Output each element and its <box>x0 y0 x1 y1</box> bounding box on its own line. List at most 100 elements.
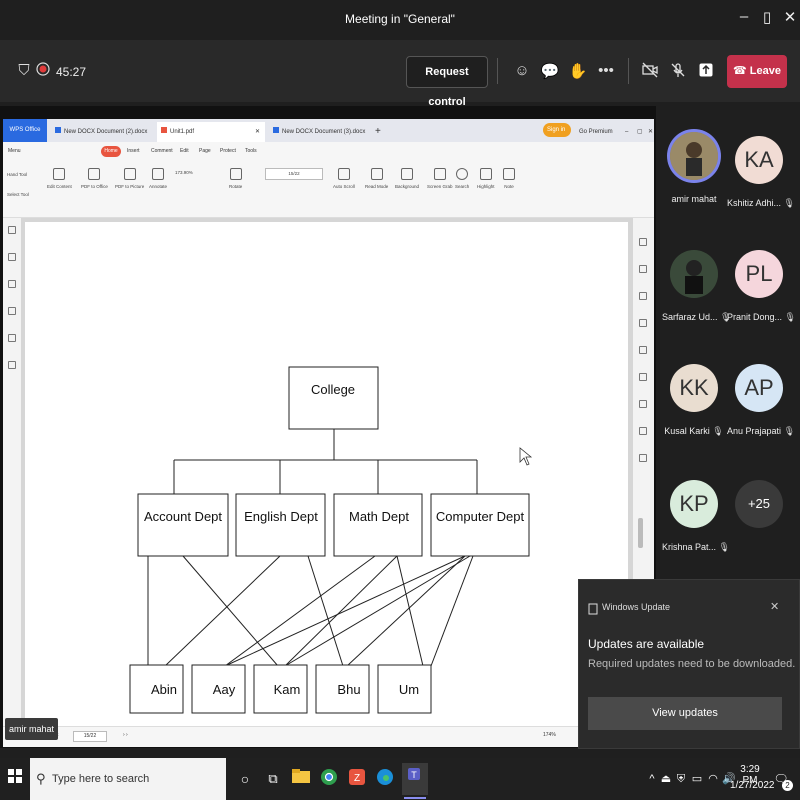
shield-icon: ⛉ <box>18 62 30 79</box>
restore-icon[interactable]: ▢ <box>633 122 643 142</box>
participant-tile[interactable]: Sarfaraz Ud... 🎙 <box>662 250 731 323</box>
camera-off-icon[interactable] <box>640 62 660 82</box>
select-tool[interactable]: Select Tool <box>7 192 29 197</box>
hand-tool[interactable]: Hand Tool <box>7 172 27 177</box>
signature-icon[interactable] <box>8 334 16 342</box>
participant-tile[interactable]: KP Krishna Pat... 🎙 <box>662 480 730 553</box>
participant-tile[interactable]: AP Anu Prajapati 🎙 <box>727 364 795 437</box>
participant-tile[interactable]: KK Kusal Karki 🎙 <box>662 364 726 437</box>
usb-icon[interactable]: ⏏ <box>660 768 672 790</box>
taskbar-search-box[interactable]: ⚲ Type here to search <box>30 758 226 800</box>
pdf-to-picture-tool[interactable]: PDF to Picture <box>115 168 144 189</box>
edge-icon[interactable] <box>374 768 396 790</box>
rotate-icon <box>229 168 242 180</box>
more-options-icon[interactable]: ••• <box>596 62 616 82</box>
node-computer-dept <box>430 493 530 557</box>
view-updates-button[interactable]: View updates <box>588 697 782 730</box>
close-button[interactable]: ✕ <box>780 8 800 30</box>
go-premium-button[interactable]: Go Premium <box>575 122 613 142</box>
wifi-icon[interactable]: ◠ <box>706 768 720 790</box>
tool-icon[interactable] <box>639 346 647 354</box>
participant-tile[interactable]: amir mahat <box>662 132 726 204</box>
maximize-button[interactable]: ▯ <box>757 8 777 30</box>
battery-icon[interactable]: ▭ <box>690 768 704 790</box>
chrome-icon[interactable] <box>318 768 340 790</box>
chat-icon[interactable]: 💬 <box>540 62 560 82</box>
tab-docx-2[interactable]: New DOCX Document (2).docx <box>51 122 155 142</box>
close-tab-icon[interactable]: ✕ <box>255 122 260 142</box>
tool-icon[interactable] <box>639 454 647 462</box>
close-icon[interactable]: ✕ <box>644 122 653 142</box>
tool-icon[interactable] <box>639 427 647 435</box>
menu-protect[interactable]: Protect <box>220 148 236 154</box>
chevron-up-icon[interactable]: ^ <box>646 768 658 790</box>
avatar: KK <box>670 364 718 412</box>
task-view-icon[interactable]: ⧉ <box>262 768 284 790</box>
toast-body: Required updates need to be downloaded. <box>588 658 796 670</box>
reactions-icon[interactable]: ✋ <box>568 62 588 82</box>
annotate-icon <box>152 168 164 180</box>
tool-icon[interactable] <box>639 373 647 381</box>
file-explorer-icon[interactable] <box>290 768 312 790</box>
request-control-button[interactable]: Request control <box>406 56 488 108</box>
bookmark-icon[interactable] <box>8 226 16 234</box>
tool-icon[interactable] <box>639 238 647 246</box>
windows-start-icon[interactable] <box>4 768 26 790</box>
update-icon <box>588 602 598 620</box>
status-zoom[interactable]: 174% <box>543 732 556 738</box>
tool-icon[interactable] <box>639 265 647 273</box>
participant-tile[interactable]: KA Kshitiz Adhi... 🎙 <box>727 136 795 209</box>
status-page-input[interactable]: 15/22 <box>73 731 107 742</box>
cortana-icon[interactable]: ○ <box>234 768 256 790</box>
share-screen-icon[interactable] <box>696 62 716 82</box>
tool-icon[interactable] <box>639 400 647 408</box>
background-tool[interactable]: Background <box>395 168 419 189</box>
menu-page[interactable]: Page <box>199 148 211 154</box>
convert-icon <box>88 168 101 180</box>
rotate-tool[interactable]: Rotate <box>229 168 242 189</box>
people-icon[interactable]: ☺ <box>512 62 532 82</box>
leave-button[interactable]: ☎ Leave <box>727 55 787 88</box>
menu-tools[interactable]: Tools <box>245 148 257 154</box>
tool-icon[interactable] <box>639 292 647 300</box>
pdf-to-office-tool[interactable]: PDF to Office <box>81 168 108 189</box>
note-icon <box>503 168 515 180</box>
teams-icon[interactable]: T <box>402 763 428 795</box>
taskbar-date[interactable]: 1/27/2022 <box>730 780 775 791</box>
tab-docx-3[interactable]: New DOCX Document (3).docx <box>269 122 369 142</box>
comment-icon[interactable] <box>8 280 16 288</box>
thumbnail-icon[interactable] <box>8 253 16 261</box>
tab-unit1-pdf[interactable]: Unit1.pdf ✕ <box>157 122 265 142</box>
mic-off-icon[interactable] <box>668 62 688 82</box>
next-page-icon[interactable]: › › <box>123 732 128 738</box>
security-icon[interactable]: ⛨ <box>674 768 688 790</box>
minimize-button[interactable]: – <box>734 8 754 30</box>
search-tool[interactable]: Search <box>455 168 469 189</box>
screen-grab-tool[interactable]: Screen Grab <box>427 168 453 189</box>
wps-icon[interactable]: Z <box>346 768 368 790</box>
edit-content-tool[interactable]: Edit Content <box>47 168 72 189</box>
page-input[interactable]: 15/22 <box>265 168 323 180</box>
scrollbar-thumb[interactable] <box>638 518 643 548</box>
zoom-level[interactable]: 173.90% <box>175 170 193 175</box>
layers-icon[interactable] <box>8 361 16 369</box>
menu-insert[interactable]: Insert <box>127 148 140 154</box>
highlight-tool[interactable]: Highlight <box>477 168 495 189</box>
minimize-icon[interactable]: – <box>621 122 628 142</box>
tool-icon[interactable] <box>639 319 647 327</box>
menu-comment[interactable]: Comment <box>151 148 173 154</box>
menu-home[interactable]: Home <box>101 146 121 157</box>
sign-in-button[interactable]: Sign in <box>543 123 571 137</box>
annotate-tool[interactable]: Annotate <box>149 168 167 189</box>
more-participants[interactable]: +25 <box>727 480 791 528</box>
note-tool[interactable]: Note <box>503 168 515 189</box>
auto-scroll-tool[interactable]: Auto Scroll <box>333 168 355 189</box>
toast-close-button[interactable]: ✕ <box>770 600 779 613</box>
attachment-icon[interactable] <box>8 307 16 315</box>
read-mode-tool[interactable]: Read Mode <box>365 168 388 189</box>
menu-button[interactable]: Menu <box>8 148 21 154</box>
participant-tile[interactable]: PL Pranit Dong... 🎙 <box>727 250 796 323</box>
new-tab-button[interactable]: + <box>371 122 381 142</box>
wps-office-tab[interactable]: WPS Office <box>3 119 47 142</box>
menu-edit[interactable]: Edit <box>180 148 189 154</box>
